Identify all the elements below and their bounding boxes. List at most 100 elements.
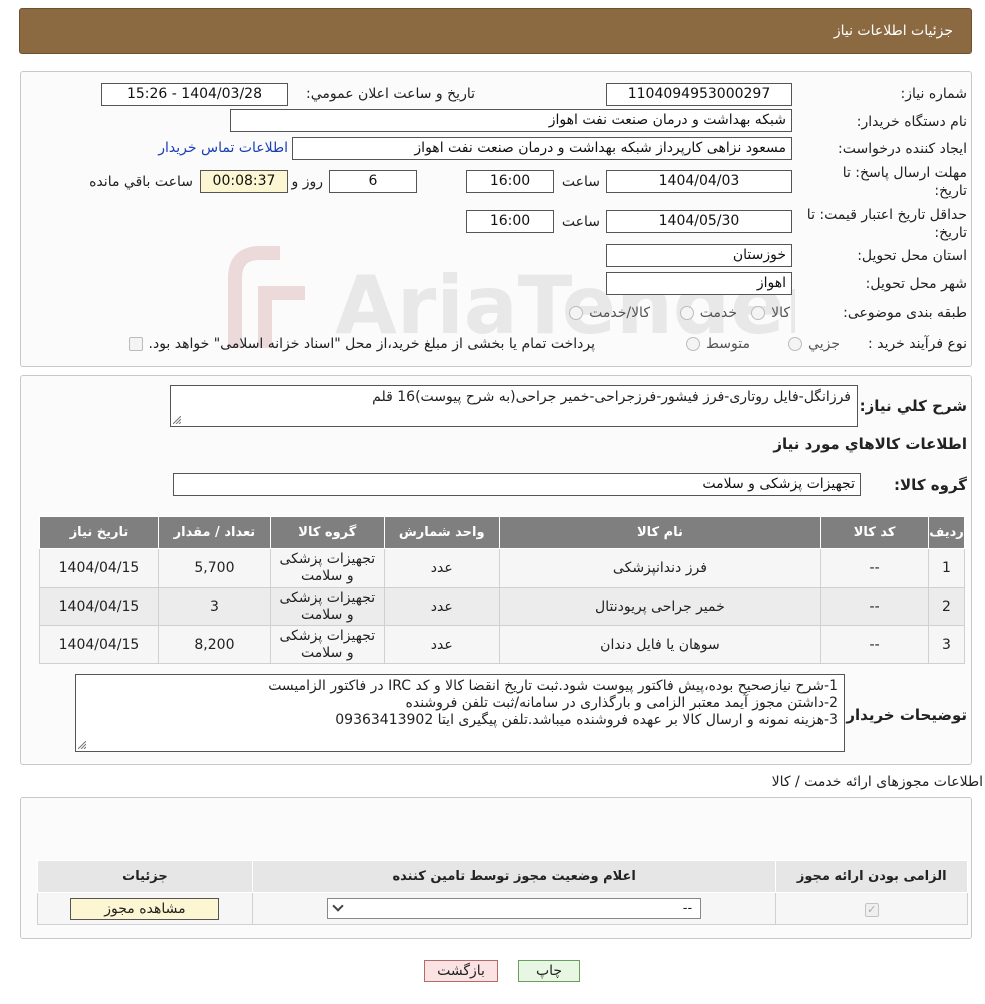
category-option-goods-service[interactable]: کالا/خدمت — [569, 305, 650, 321]
cell-name: خمیر جراحی پریودنتال — [498, 587, 822, 626]
category-option-service[interactable]: خدمت — [679, 305, 737, 321]
table-row: 3 -- سوهان یا فایل دندان عدد تجهيزات پزش… — [39, 625, 965, 664]
buyer-label: نام دستگاه خريدار: — [856, 114, 967, 130]
radio-icon[interactable] — [679, 306, 694, 320]
creator-value: مسعود نزاهی کارپرداز شبکه بهداشت و درمان… — [292, 137, 792, 160]
purchase-option-treasury[interactable]: پرداخت تمام يا بخشی از مبلغ خريد،از محل … — [128, 336, 595, 352]
page-header: جزئیات اطلاعات نیاز — [19, 8, 972, 54]
deadline-label-line2: تاريخ: — [934, 183, 967, 199]
goods-group-value: تجهيزات پزشکی و سلامت — [173, 473, 861, 496]
purchase-option-minor[interactable]: جزيي — [788, 336, 840, 352]
radio-icon[interactable] — [569, 306, 584, 320]
resize-grip-icon[interactable] — [173, 416, 181, 424]
buyer-note-line-3: 3-هزینه نمونه و ارسال کالا بر عهده فروشن… — [335, 712, 838, 728]
announce-value: 1404/03/28 - 15:26 — [101, 83, 288, 106]
remaining-label: ساعت باقي مانده — [89, 174, 193, 190]
view-permit-button[interactable]: مشاهده مجوز — [70, 897, 220, 920]
col-permit-status: اعلام وضعیت مجوز توسط تامین کننده — [251, 860, 777, 893]
validity-time: 16:00 — [466, 210, 554, 233]
category-option-service-label: خدمت — [699, 305, 737, 321]
validity-time-label: ساعت — [561, 214, 600, 230]
remaining-time: 00:08:37 — [200, 170, 288, 193]
permits-title: اطلاعات مجوزهای ارائه خدمت / کالا — [771, 774, 983, 790]
days-label: روز و — [291, 174, 324, 190]
col-permit-required: الزامی بودن ارائه مجوز — [775, 860, 968, 893]
need-number-value: 1104094953000297 — [606, 83, 792, 106]
cell-date: 1404/04/15 — [39, 587, 159, 626]
permits-table: الزامی بودن ارائه مجوز اعلام وضعیت مجوز … — [37, 860, 968, 925]
print-button[interactable]: چاپ — [518, 960, 580, 982]
col-qty: تعداد / مقدار — [158, 516, 271, 549]
city-label: شهر محل تحويل: — [865, 276, 967, 292]
permit-status-value: -- — [682, 901, 693, 916]
buyer-value: شبکه بهداشت و درمان صنعت نفت اهواز — [230, 109, 792, 132]
cell-date: 1404/04/15 — [39, 548, 159, 588]
col-unit: واحد شمارش — [383, 516, 500, 549]
table-row: 1 -- فرز دندانپزشکی عدد تجهيزات پزشکی و … — [39, 548, 965, 588]
cell-row: 3 — [928, 625, 965, 664]
cell-date: 1404/04/15 — [39, 625, 159, 664]
purchase-note: پرداخت تمام يا بخشی از مبلغ خريد،از محل … — [148, 336, 595, 352]
buyer-contact-link[interactable]: اطلاعات تماس خریدار — [158, 140, 288, 156]
buyer-note-line-1: 1-شرح نیازصحیح بوده،پیش فاکتور پیوست شود… — [268, 678, 838, 694]
permit-status-select[interactable]: -- — [327, 898, 702, 919]
category-option-goods-service-label: کالا/خدمت — [589, 305, 650, 321]
summary-textarea[interactable]: فرزانگل-فایل روتاری-فرز فیشور-فرزجراحی-خ… — [170, 385, 858, 427]
summary-label: شرح کلي نياز: — [859, 397, 967, 415]
announce-label: تاریخ و ساعت اعلان عمومي: — [306, 86, 475, 102]
cell-qty: 8,200 — [158, 625, 271, 664]
col-code: کد کالا — [820, 516, 930, 549]
validity-label: حداقل تاريخ اعتبار قيمت: تا تاريخ: — [807, 206, 967, 242]
purchase-option-medium-label: متوسط — [706, 336, 750, 352]
cell-group: تجهيزات پزشکی و سلامت — [269, 548, 385, 588]
cell-name: فرز دندانپزشکی — [498, 548, 822, 588]
need-number-label: شماره نیاز: — [900, 86, 968, 102]
purchase-option-minor-label: جزيي — [808, 336, 840, 352]
cell-group: تجهيزات پزشکی و سلامت — [269, 625, 385, 664]
summary-text: فرزانگل-فایل روتاری-فرز فیشور-فرزجراحی-خ… — [372, 389, 851, 405]
buyer-notes-textarea[interactable]: 1-شرح نیازصحیح بوده،پیش فاکتور پیوست شود… — [75, 674, 845, 752]
creator-label: ايجاد کننده درخواست: — [838, 141, 967, 157]
validity-date: 1404/05/30 — [606, 210, 792, 233]
radio-icon[interactable] — [686, 337, 701, 351]
cell-row: 1 — [928, 548, 965, 588]
cell-name: سوهان یا فایل دندان — [498, 625, 822, 664]
deadline-time: 16:00 — [466, 170, 554, 193]
col-permit-details: جزئیات — [37, 860, 253, 893]
resize-grip-icon[interactable] — [78, 741, 86, 749]
category-label: طبقه بندی موضوعی: — [843, 305, 967, 321]
cell-code: -- — [820, 625, 930, 664]
buyer-note-line-2: 2-داشتن مجوز آیمد معتبر الزامی و بارگذار… — [405, 695, 838, 711]
buyer-notes-label: توضيحات خريدار: — [840, 706, 967, 724]
radio-icon[interactable] — [751, 306, 766, 320]
col-row: رديف — [928, 516, 965, 549]
category-option-goods[interactable]: کالا — [751, 305, 790, 321]
goods-info-title: اطلاعات کالاهاي مورد نياز — [773, 435, 967, 453]
back-button[interactable]: بازگشت — [424, 960, 498, 982]
checkbox-checked-icon: ✓ — [864, 902, 879, 917]
radio-icon[interactable] — [788, 337, 803, 351]
col-name: نام کالا — [498, 516, 822, 549]
col-group: گروه کالا — [269, 516, 385, 549]
chevron-down-icon[interactable] — [332, 900, 344, 912]
permit-required-cell: ✓ — [775, 892, 968, 925]
purchase-option-medium[interactable]: متوسط — [686, 336, 750, 352]
goods-table-header: رديف کد کالا نام کالا واحد شمارش گروه کا… — [39, 516, 965, 549]
goods-table: رديف کد کالا نام کالا واحد شمارش گروه کا… — [39, 516, 965, 664]
deadline-date: 1404/04/03 — [606, 170, 792, 193]
page-title: جزئیات اطلاعات نیاز — [833, 23, 953, 39]
validity-label-line2: تاريخ: — [934, 225, 967, 241]
deadline-label-line1: مهلت ارسال پاسخ: تا — [842, 165, 967, 181]
permits-row: ✓ -- مشاهده مجوز — [37, 892, 968, 925]
cell-code: -- — [820, 587, 930, 626]
days-value: 6 — [329, 170, 417, 193]
col-date: تاریخ نیاز — [39, 516, 159, 549]
city-value: اهواز — [606, 272, 792, 295]
cell-unit: عدد — [383, 587, 500, 626]
cell-unit: عدد — [383, 625, 500, 664]
cell-qty: 3 — [158, 587, 271, 626]
permit-status-cell: -- — [251, 892, 777, 925]
checkbox-icon[interactable] — [128, 337, 143, 351]
province-label: استان محل تحويل: — [857, 248, 967, 264]
deadline-label: مهلت ارسال پاسخ: تا تاريخ: — [843, 164, 967, 200]
